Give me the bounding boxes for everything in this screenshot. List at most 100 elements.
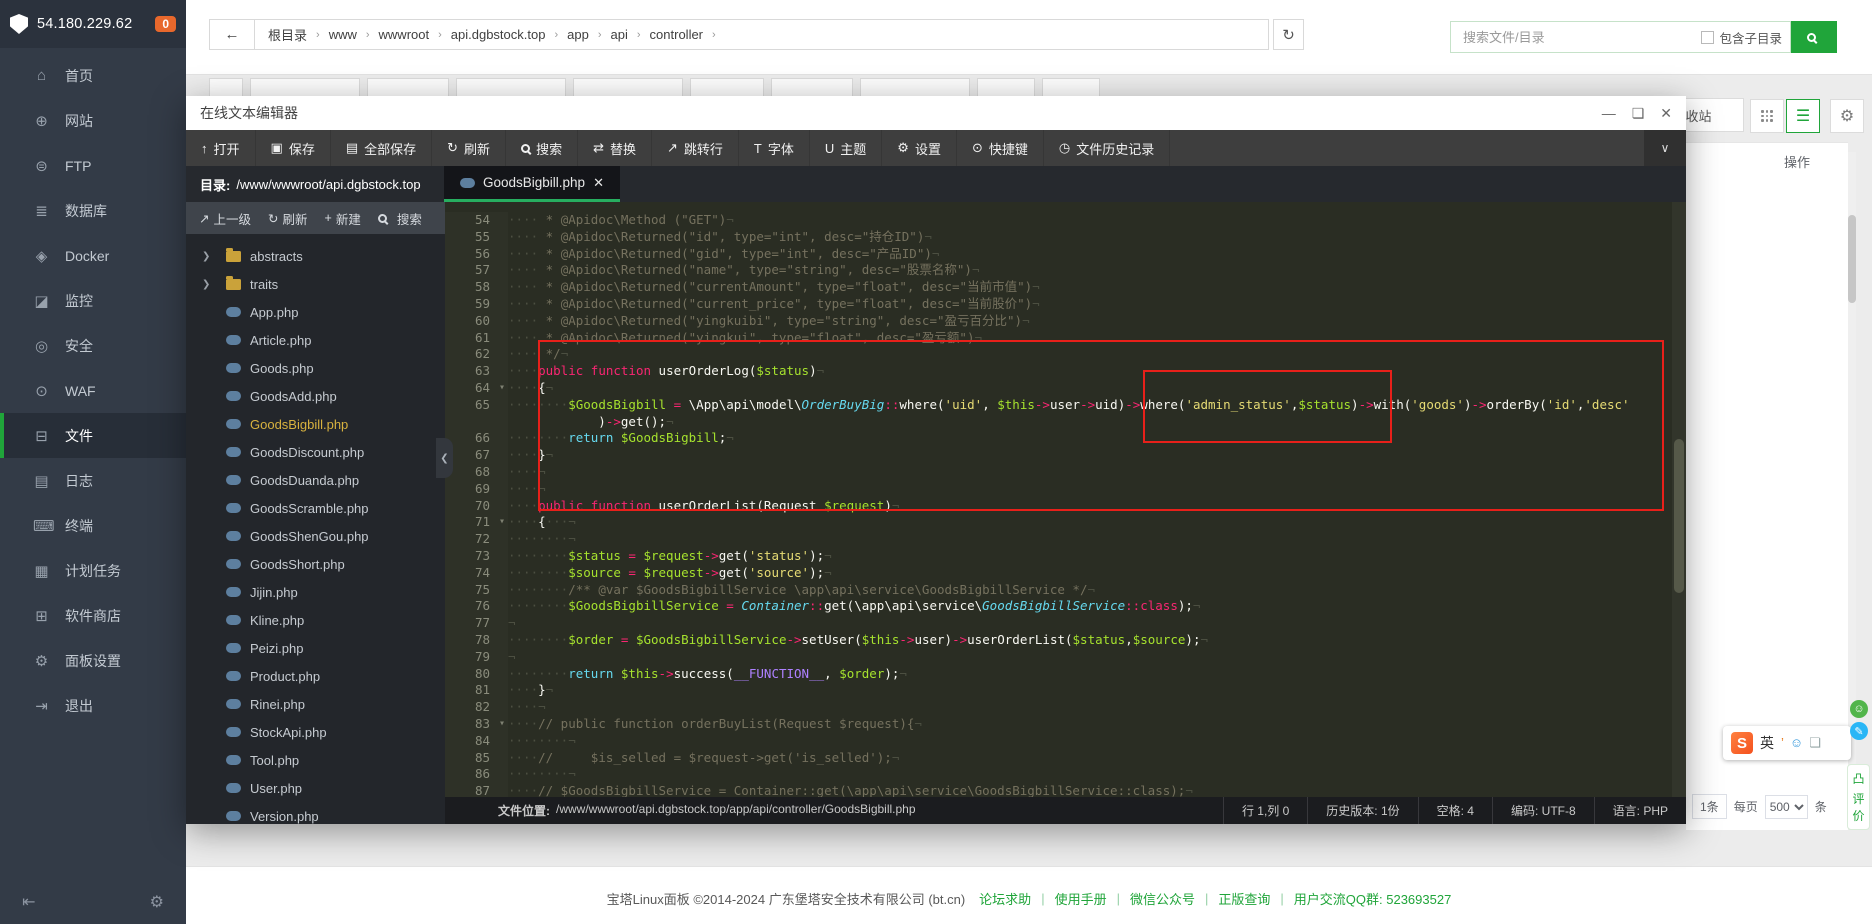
tree-item[interactable]: GoodsShenGou.php — [186, 522, 445, 550]
file-tab[interactable]: GoodsBigbill.php ✕ — [444, 166, 620, 202]
fold-arrow-icon[interactable]: ▾ — [499, 514, 505, 531]
toolbar-save-button[interactable]: ▣ 保存 — [256, 130, 331, 166]
footer-link[interactable]: 正版查询 — [1218, 889, 1270, 908]
ime-icon-2[interactable]: ❏ — [1809, 735, 1821, 751]
tree-item[interactable]: Product.php — [186, 662, 445, 690]
tree-item[interactable]: GoodsBigbill.php — [186, 410, 445, 438]
toolbar-refresh-button[interactable]: ↻ 刷新 — [432, 130, 507, 166]
sidebar-item-网站[interactable]: ⊕ 网站 — [0, 98, 186, 143]
sidebar-item-FTP[interactable]: ⊜ FTP — [0, 143, 186, 188]
feedback-tab[interactable]: 凸 评价 — [1847, 764, 1870, 830]
tree-item[interactable]: GoodsAdd.php — [186, 382, 445, 410]
maximize-icon[interactable]: ❏ — [1632, 106, 1645, 120]
breadcrumb-segment[interactable]: 根目录 — [268, 25, 307, 44]
breadcrumb-segment[interactable]: api.dgbstock.top — [451, 27, 546, 42]
tree-item[interactable]: Kline.php — [186, 606, 445, 634]
ime-toolbar[interactable]: S 英 ’ ☺ ❏ — [1723, 726, 1851, 760]
tree-item[interactable]: Tool.php — [186, 746, 445, 774]
sidebar-item-文件[interactable]: ⊟ 文件 — [0, 413, 186, 458]
search-input[interactable] — [1461, 28, 1702, 46]
tree-item[interactable]: ❯ abstracts — [186, 242, 445, 270]
tree-item[interactable]: GoodsDuanda.php — [186, 466, 445, 494]
toolbar-history-button[interactable]: ◷ 文件历史记录 — [1044, 130, 1171, 166]
list-view-button[interactable]: ☰ — [1786, 99, 1820, 133]
code-editor[interactable]: 54 ···· * @Apidoc\Method ("GET")¬ 55 ···· *… — [445, 202, 1686, 797]
sidebar-item-监控[interactable]: ◪ 监控 — [0, 278, 186, 323]
footer-link[interactable]: 微信公众号 — [1130, 889, 1195, 908]
breadcrumb-segment[interactable]: www — [329, 27, 357, 42]
tree-item[interactable]: Rinei.php — [186, 690, 445, 718]
close-icon[interactable]: ✕ — [1660, 106, 1672, 120]
path-refresh-button[interactable]: ↻ — [1273, 19, 1304, 50]
toolbar-more-button chevron-down-icon[interactable]: ∨ — [1644, 130, 1686, 166]
toolbar-theme-button[interactable]: U 主题 — [810, 130, 883, 166]
tree-item[interactable]: App.php — [186, 298, 445, 326]
collapse-sidebar-icon[interactable]: ⇤ — [22, 892, 35, 912]
footer-link[interactable]: 论坛求助 — [979, 889, 1031, 908]
sidebar-item-安全[interactable]: ◎ 安全 — [0, 323, 186, 368]
sidebar-item-面板设置[interactable]: ⚙ 面板设置 — [0, 638, 186, 683]
view-settings-button[interactable]: ⚙ — [1830, 99, 1864, 133]
ime-icon-1[interactable]: ☺ — [1790, 735, 1803, 751]
back-button[interactable]: ← — [210, 20, 255, 49]
scrollbar-thumb[interactable] — [1848, 215, 1856, 303]
grid-view-button[interactable] — [1750, 99, 1784, 133]
toolbar-open-button[interactable]: ↑ 打开 — [186, 130, 256, 166]
tree-item[interactable]: Jijin.php — [186, 578, 445, 606]
feedback-smile-icon[interactable]: ☺ — [1850, 700, 1868, 718]
minimize-icon[interactable]: — — [1602, 106, 1616, 120]
sidebar-item-终端[interactable]: ⌨ 终端 — [0, 503, 186, 548]
tree-collapse-handle[interactable]: ❮ — [436, 438, 453, 478]
breadcrumb-segment[interactable]: controller — [650, 27, 703, 42]
edit-note-icon[interactable]: ✎ — [1850, 722, 1868, 740]
sidebar-item-Docker[interactable]: ◈ Docker — [0, 233, 186, 278]
include-subdir-checkbox[interactable]: 包含子目录 — [1701, 28, 1782, 47]
sidebar-item-首页[interactable]: ⌂ 首页 — [0, 53, 186, 98]
toolbar-replace-button[interactable]: ⇄ 替换 — [578, 130, 652, 166]
tree-item[interactable]: Version.php — [186, 802, 445, 824]
toolbar-save-all-button[interactable]: ▤ 全部保存 — [331, 130, 433, 166]
ime-icon-0[interactable]: ’ — [1781, 735, 1784, 751]
tree-搜索-button[interactable]: 搜索 — [377, 209, 422, 228]
tree-item[interactable]: ❯ traits — [186, 270, 445, 298]
breadcrumb-segment[interactable]: wwwroot — [379, 27, 430, 42]
tree-上一级-button[interactable]: ↗ 上一级 — [199, 209, 251, 228]
tree-item[interactable]: Peizi.php — [186, 634, 445, 662]
footer-link[interactable]: 用户交流QQ群: 523693527 — [1294, 889, 1452, 908]
tree-item[interactable]: GoodsScramble.php — [186, 494, 445, 522]
search-button[interactable] — [1791, 21, 1837, 53]
sogou-logo-icon[interactable]: S — [1731, 732, 1753, 754]
toolbar-hotkeys-button[interactable]: ⊙ 快捷键 — [957, 130, 1044, 166]
sidebar-settings-icon[interactable]: ⚙ — [150, 892, 164, 912]
sidebar-header[interactable]: 54.180.229.62 0 — [0, 0, 186, 48]
editor-scrollbar[interactable] — [1672, 202, 1686, 797]
sidebar-item-退出[interactable]: ⇥ 退出 — [0, 683, 186, 728]
sidebar-item-数据库[interactable]: ≣ 数据库 — [0, 188, 186, 233]
ime-language[interactable]: 英 — [1760, 733, 1774, 753]
breadcrumb-segment[interactable]: api — [611, 27, 628, 42]
sidebar-item-日志[interactable]: ▤ 日志 — [0, 458, 186, 503]
tree-刷新-button[interactable]: ↻ 刷新 — [268, 209, 308, 228]
tree-item[interactable]: Article.php — [186, 326, 445, 354]
fold-arrow-icon[interactable]: ▾ — [499, 716, 505, 733]
checkbox-icon[interactable] — [1701, 30, 1715, 44]
tree-item[interactable]: GoodsShort.php — [186, 550, 445, 578]
sidebar-item-WAF[interactable]: ⊙ WAF — [0, 368, 186, 413]
sidebar-item-软件商店[interactable]: ⊞ 软件商店 — [0, 593, 186, 638]
tree-新建-button[interactable]: + 新建 — [325, 209, 361, 228]
tree-item[interactable]: GoodsDiscount.php — [186, 438, 445, 466]
breadcrumb-segment[interactable]: app — [567, 27, 589, 42]
per-page-select[interactable]: 500 — [1764, 794, 1808, 819]
toolbar-settings-button[interactable]: ⚙ 设置 — [882, 130, 957, 166]
fold-arrow-icon[interactable]: ▾ — [499, 380, 505, 397]
toolbar-search-button[interactable]: 搜索 — [506, 130, 579, 166]
message-count-badge[interactable]: 0 — [155, 16, 176, 32]
footer-link[interactable]: 使用手册 — [1055, 889, 1107, 908]
editor-scrollbar-thumb[interactable] — [1674, 439, 1684, 593]
tree-item[interactable]: User.php — [186, 774, 445, 802]
toolbar-font-button[interactable]: T 字体 — [739, 130, 810, 166]
tab-close-icon[interactable]: ✕ — [593, 175, 604, 191]
toolbar-goto-line-button[interactable]: ↗ 跳转行 — [652, 130, 739, 166]
tree-item[interactable]: StockApi.php — [186, 718, 445, 746]
sidebar-item-计划任务[interactable]: ▦ 计划任务 — [0, 548, 186, 593]
